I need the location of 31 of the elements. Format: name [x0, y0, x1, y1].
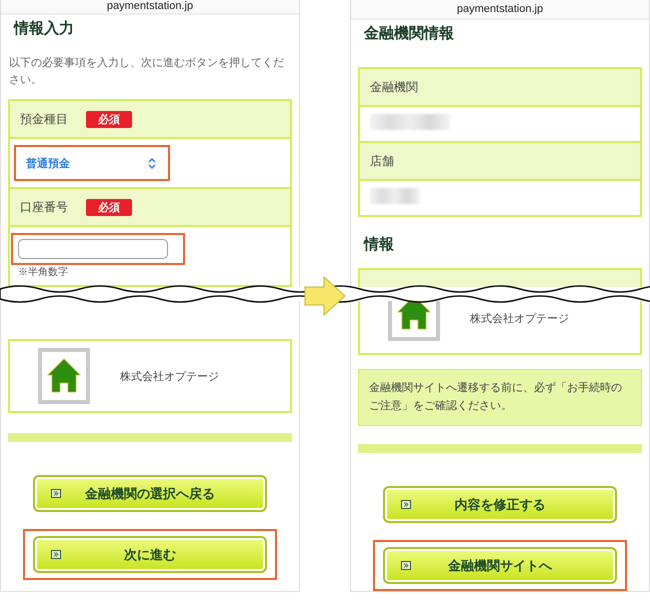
house-icon: [388, 301, 440, 341]
page-title: 情報入力: [12, 18, 75, 38]
action-button[interactable]: 金融機関サイトへ: [383, 547, 617, 584]
field-label: 金融機関: [370, 78, 418, 96]
hint-text: ※半角数字: [17, 266, 69, 279]
field-label: 店舗: [370, 152, 394, 170]
section-title: 情報: [362, 234, 395, 254]
action-button[interactable]: 金融機関の選択へ戻る: [33, 475, 267, 512]
square-icon: [51, 550, 61, 559]
field-label: 預金種目: [20, 110, 68, 128]
square-icon: [51, 489, 61, 498]
blurred-value: [370, 188, 420, 204]
square-icon: [401, 561, 411, 570]
chevron-icon: [148, 158, 156, 168]
url-text: paymentstation.jp: [106, 0, 194, 12]
instruction-text: 以下の必要事項を入力し、次に進むボタンを押してください。: [8, 54, 285, 88]
notice-text: 金融機関サイトへ遷移する前に、必ず「お手続時のご注意」をご確認ください。: [358, 368, 642, 426]
company-name: 株式会社オプテージ: [470, 311, 569, 326]
action-button[interactable]: 次に進む: [33, 536, 267, 573]
company-name: 株式会社オプテージ: [120, 368, 219, 384]
arrow-icon: [304, 276, 346, 316]
page-title: 金融機関情報: [362, 23, 455, 44]
action-button[interactable]: 内容を修正する: [383, 486, 617, 523]
required-badge: 必須: [86, 198, 132, 216]
url-text: paymentstation.jp: [456, 3, 544, 16]
account-type-select[interactable]: 普通預金: [18, 149, 166, 177]
account-number-input[interactable]: [18, 239, 168, 259]
required-badge: 必須: [86, 110, 132, 128]
house-icon: [38, 348, 90, 404]
field-label: 口座番号: [20, 198, 68, 216]
square-icon: [401, 500, 411, 509]
